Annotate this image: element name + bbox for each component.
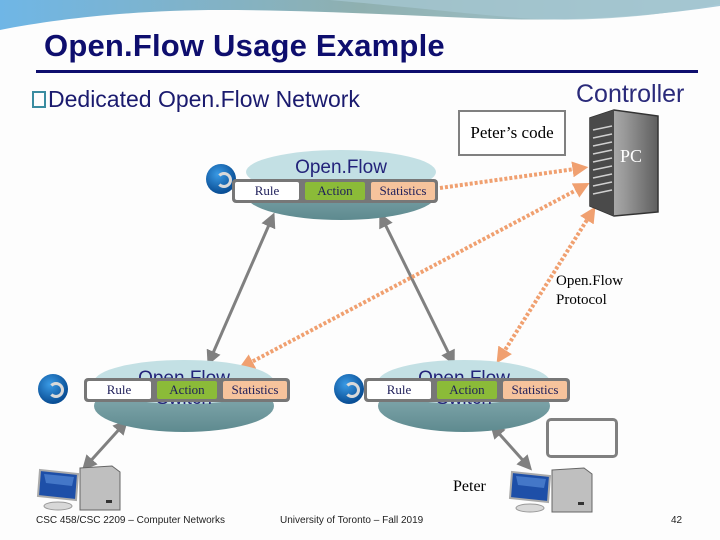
switch-name-line1: Open.Flow <box>295 157 387 178</box>
switch-left[interactable]: Open.FlowSwitch Rule Action Statistics <box>38 360 290 432</box>
rule-cell: Rule <box>367 381 431 399</box>
page-number: 42 <box>671 515 683 526</box>
statistics-cell: Statistics <box>371 182 435 200</box>
rule-cell: Rule <box>235 182 299 200</box>
flow-table: Rule Action Statistics <box>232 179 438 203</box>
pc-label: PC <box>620 146 643 166</box>
peter-label: Peter <box>453 478 486 495</box>
statistics-cell: Statistics <box>223 381 287 399</box>
protocol-label: Open.Flow Protocol <box>556 272 623 310</box>
network-links <box>81 161 596 471</box>
openflow-logo-icon <box>38 374 68 404</box>
link-top-left-switch <box>206 212 276 366</box>
protocol-label-line2: Protocol <box>556 292 607 308</box>
statistics-cell: Statistics <box>503 381 567 399</box>
action-cell: Action <box>437 381 497 399</box>
action-cell: Action <box>305 182 365 200</box>
flow-table: Rule Action Statistics <box>364 378 570 402</box>
rule-cell: Rule <box>87 381 151 399</box>
footer-course: CSC 458/CSC 2209 – Computer Networks <box>36 515 225 526</box>
host-computer-peter-icon <box>508 467 593 513</box>
openflow-logo-icon <box>334 374 364 404</box>
control-link-top-switch <box>439 161 589 190</box>
host-computer-left-icon <box>36 465 121 511</box>
protocol-label-line1: Open.Flow <box>556 273 624 289</box>
code-box: Peter’s code <box>458 110 566 156</box>
empty-box <box>546 418 618 458</box>
switch-top[interactable]: Open.FlowSwitch Rule Action Statistics <box>206 150 446 222</box>
switch-right[interactable]: Open.FlowSwitch Rule Action Statistics <box>334 360 574 432</box>
link-right-switch-peter <box>489 423 533 471</box>
code-box-label: Peter’s code <box>470 123 554 142</box>
flow-table: Rule Action Statistics <box>84 378 290 402</box>
footer-university: University of Toronto – Fall 2019 <box>280 515 424 526</box>
action-cell: Action <box>157 381 217 399</box>
